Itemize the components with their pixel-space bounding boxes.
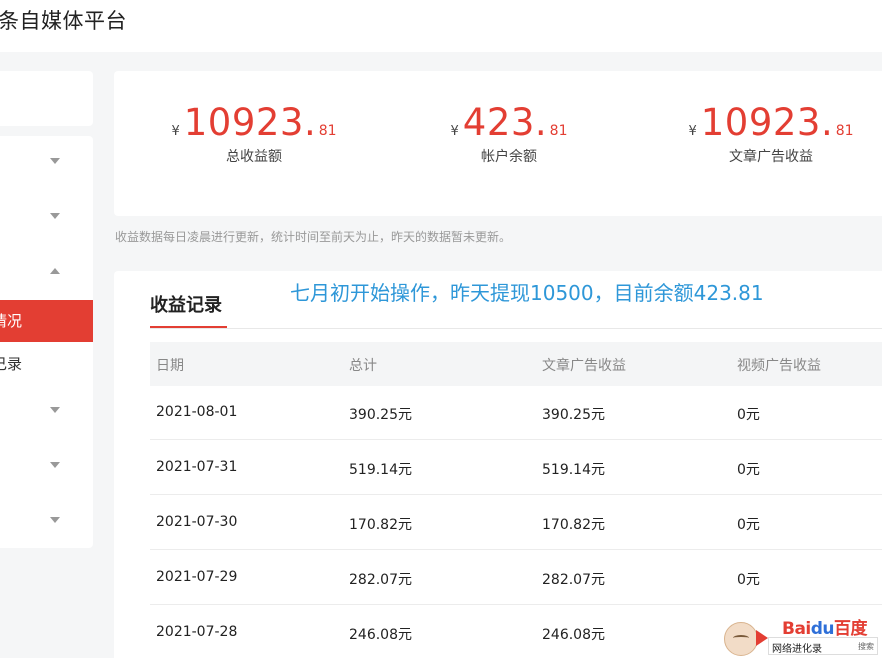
cell-video-ad: 0元 [737,407,760,423]
cell-video-ad: 0元 [737,517,760,533]
stat-article-ad-income: ¥10923. 81 文章广告收益 [686,101,856,166]
income-records-card: 七月初开始操作，昨天提现10500，目前余额423.81 收益记录 日期 总计 … [114,271,882,658]
stat-label: 文章广告收益 [729,149,813,165]
table-header: 日期 总计 文章广告收益 视频广告收益 [150,342,882,386]
stat-label: 总收益额 [226,149,282,165]
sidebar-top-panel [0,71,93,126]
baidu-watermark: Baidu百度 网络进化录 搜索 [720,608,882,658]
table-row: 2021-07-30 170.82元 170.82元 0元 [150,496,882,550]
column-header-total: 总计 [349,358,377,374]
stat-value: ¥423. 81 [450,101,568,144]
cell-date: 2021-07-29 [156,569,238,585]
cell-date: 2021-08-01 [156,404,238,420]
baidu-logo: Baidu百度 [782,619,868,639]
cell-article-ad: 246.08元 [542,627,605,643]
search-icon: 搜索 [858,642,874,651]
cell-date: 2021-07-28 [156,624,238,640]
platform-title: 条自媒体平台 [0,9,127,33]
column-header-video-ad: 视频广告收益 [737,358,821,374]
megaphone-icon [756,630,768,646]
overlay-annotation: 七月初开始操作，昨天提现10500，目前余额423.81 [290,281,764,305]
chevron-down-icon[interactable] [50,462,60,468]
table-row: 2021-07-31 519.14元 519.14元 0元 [150,441,882,495]
top-header: 条自媒体平台 [0,0,882,52]
chevron-up-icon[interactable] [50,268,60,274]
cell-total: 390.25元 [349,407,412,423]
stat-value: ¥10923. 81 [171,101,337,144]
cell-total: 170.82元 [349,517,412,533]
cell-article-ad: 519.14元 [542,462,605,478]
sidebar-item-records[interactable]: 己录 [0,353,22,374]
sidebar-item-label: 情况 [0,312,23,330]
tab-income-records[interactable]: 收益记录 [150,291,222,317]
stat-value: ¥10923. 81 [688,101,854,144]
chevron-down-icon[interactable] [50,213,60,219]
table-row: 2021-07-29 282.07元 282.07元 0元 [150,551,882,605]
stat-account-balance: ¥423. 81 帐户余额 [434,101,584,166]
chevron-down-icon[interactable] [50,517,60,523]
cell-article-ad: 282.07元 [542,572,605,588]
sidebar-item-income-overview[interactable]: 情况 [0,300,93,342]
cell-video-ad: 0元 [737,572,760,588]
tab-active-indicator [150,326,227,328]
cell-date: 2021-07-30 [156,514,238,530]
tab-divider [150,328,882,329]
update-note: 收益数据每日凌晨进行更新，统计时间至前天为止，昨天的数据暂未更新。 [115,230,512,244]
cell-article-ad: 170.82元 [542,517,605,533]
cell-total: 282.07元 [349,572,412,588]
cell-total: 246.08元 [349,627,412,643]
column-header-date: 日期 [156,358,184,374]
cell-article-ad: 390.25元 [542,407,605,423]
cell-total: 519.14元 [349,462,412,478]
cell-date: 2021-07-31 [156,459,238,475]
cell-video-ad: 0元 [737,462,760,478]
chevron-down-icon[interactable] [50,407,60,413]
watermark-search-box: 网络进化录 搜索 [768,637,878,655]
chevron-down-icon[interactable] [50,158,60,164]
income-stats-card: ¥10923. 81 总收益额 ¥423. 81 帐户余额 ¥10923. 81 文章… [114,71,882,216]
sidebar-menu: 情况 己录 [0,136,93,548]
mascot-icon [724,622,758,656]
column-header-article-ad: 文章广告收益 [542,358,626,374]
table-row: 2021-08-01 390.25元 390.25元 0元 [150,386,882,440]
stat-label: 帐户余额 [481,149,537,165]
stat-total-income: ¥10923. 81 总收益额 [169,101,339,166]
